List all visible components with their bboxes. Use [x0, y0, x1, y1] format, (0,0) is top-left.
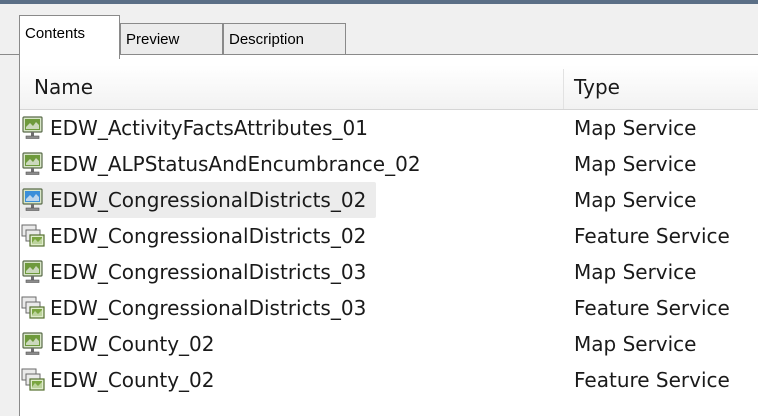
column-header-name[interactable]: Name	[34, 65, 93, 109]
row-type: Map Service	[574, 332, 697, 356]
feature-service-icon	[20, 367, 46, 393]
table-row[interactable]: EDW_CongressionalDistricts_03 Feature Ser…	[20, 290, 758, 326]
table-row[interactable]: EDW_CongressionalDistricts_02 Map Service	[20, 182, 758, 218]
contents-list: Name Type EDW_ActivityFactsAttributes_01…	[20, 55, 758, 416]
tab-strip: Contents Preview Description	[0, 4, 758, 59]
row-name: EDW_CongressionalDistricts_03	[50, 296, 367, 320]
table-row[interactable]: EDW_County_02 Map Service	[20, 326, 758, 362]
row-name: EDW_CongressionalDistricts_02	[50, 224, 367, 248]
map-service-icon	[20, 115, 46, 141]
row-type: Feature Service	[574, 224, 730, 248]
row-type: Map Service	[574, 152, 697, 176]
row-type: Map Service	[574, 188, 697, 212]
map-service-icon	[20, 259, 46, 285]
map-service-icon	[20, 187, 46, 213]
table-row[interactable]: EDW_County_02 Feature Service	[20, 362, 758, 398]
left-edge-panel	[0, 55, 20, 416]
row-name: EDW_CongressionalDistricts_03	[50, 260, 367, 284]
tab-contents-label: Contents	[25, 25, 86, 42]
feature-service-icon	[20, 223, 46, 249]
row-type: Map Service	[574, 116, 697, 140]
row-name-cell[interactable]: EDW_CongressionalDistricts_02	[20, 182, 376, 218]
row-name-cell[interactable]: EDW_CongressionalDistricts_02	[20, 218, 384, 254]
row-name: EDW_ActivityFactsAttributes_01	[50, 116, 368, 140]
row-name-cell[interactable]: EDW_ALPStatusAndEncumbrance_02	[20, 146, 421, 182]
row-name: EDW_County_02	[50, 368, 215, 392]
row-name-cell[interactable]: EDW_County_02	[20, 362, 234, 398]
tab-description-label: Description	[229, 31, 305, 48]
column-separator[interactable]	[563, 69, 564, 109]
row-name: EDW_County_02	[50, 332, 215, 356]
row-name-cell[interactable]: EDW_CongressionalDistricts_03	[20, 290, 384, 326]
map-service-icon	[20, 151, 46, 177]
row-name: EDW_ALPStatusAndEncumbrance_02	[50, 152, 421, 176]
feature-service-icon	[20, 295, 46, 321]
row-type: Map Service	[574, 260, 697, 284]
tab-preview-label: Preview	[126, 31, 180, 48]
table-row[interactable]: EDW_ActivityFactsAttributes_01 Map Servic…	[20, 110, 758, 146]
row-name-cell[interactable]: EDW_County_02	[20, 326, 234, 362]
tab-contents[interactable]: Contents	[19, 15, 120, 59]
column-header-type[interactable]: Type	[574, 65, 620, 109]
row-name: EDW_CongressionalDistricts_02	[50, 188, 367, 212]
column-header-bar: Name Type	[20, 65, 758, 110]
row-name-cell[interactable]: EDW_ActivityFactsAttributes_01	[20, 110, 368, 146]
map-service-icon	[20, 331, 46, 357]
row-type: Feature Service	[574, 296, 730, 320]
row-name-cell[interactable]: EDW_CongressionalDistricts_03	[20, 254, 378, 290]
table-row[interactable]: EDW_CongressionalDistricts_03 Map Service	[20, 254, 758, 290]
table-row[interactable]: EDW_CongressionalDistricts_02 Feature Ser…	[20, 218, 758, 254]
table-row[interactable]: EDW_ALPStatusAndEncumbrance_02 Map Servic…	[20, 146, 758, 182]
row-type: Feature Service	[574, 368, 730, 392]
catalog-window: Contents Preview Description Name Type E…	[0, 0, 758, 416]
